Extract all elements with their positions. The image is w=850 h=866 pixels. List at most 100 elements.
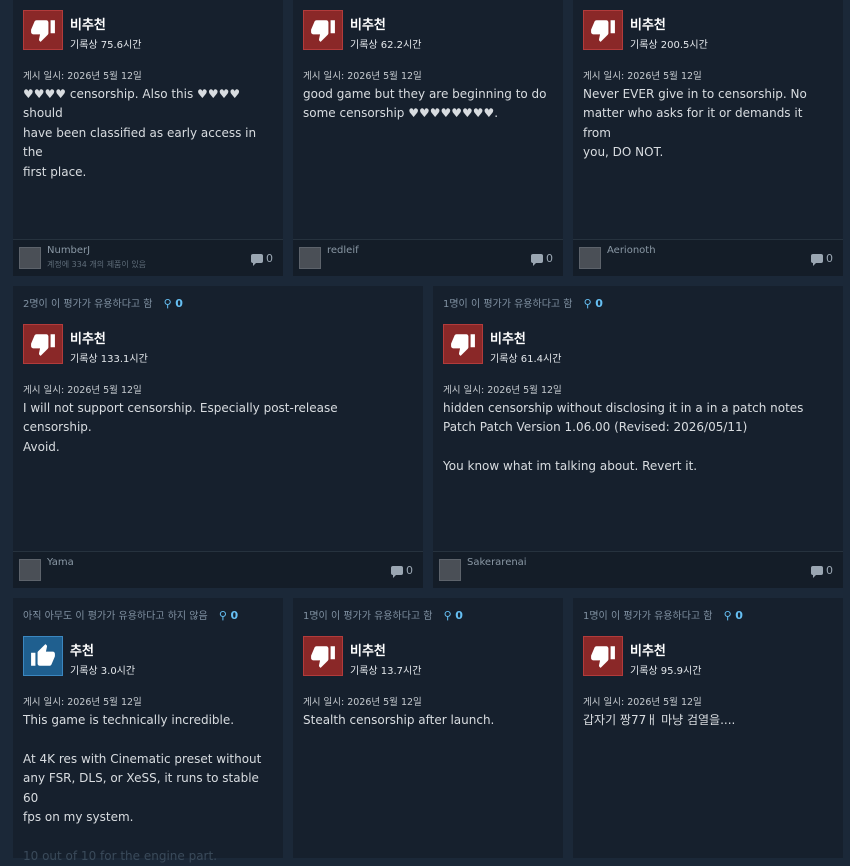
helpful-count-line: 아직 아무도 이 평가가 유용하다고 하지 않음 ⚲ 0 — [23, 607, 238, 622]
review-footer: redleif 0 — [293, 239, 563, 276]
review-line: Patch Patch Version 1.06.00 (Revised: 20… — [443, 420, 748, 435]
avatar[interactable] — [19, 559, 41, 581]
review-line: I will not support censorship. Especiall… — [23, 401, 338, 435]
review-line: good game but they are beginning to do — [303, 87, 547, 101]
helpful-text: 1명이 이 평가가 유용하다고 함 — [443, 299, 573, 310]
username[interactable]: NumberJ — [47, 245, 90, 256]
review-line: Never EVER give in to censorship. No — [583, 87, 807, 101]
playtime-hours: 기록상 62.2시간 — [350, 40, 422, 51]
posted-date: 게시 일시: 2026년 5월 12일 — [23, 697, 142, 708]
posted-date: 게시 일시: 2026년 5월 12일 — [583, 697, 702, 708]
username[interactable]: redleif — [327, 245, 359, 256]
thumbs-down-icon — [23, 324, 63, 364]
username[interactable]: Aerionoth — [607, 245, 656, 256]
review-verdict[interactable]: 비추천 — [70, 14, 106, 33]
award-button[interactable]: ⚲ 0 — [444, 609, 463, 622]
comment-bubble-icon — [811, 254, 823, 266]
review-verdict[interactable]: 비추천 — [350, 14, 386, 33]
playtime-hours: 기록상 95.9시간 — [630, 666, 702, 677]
posted-date: 게시 일시: 2026년 5월 12일 — [443, 385, 562, 396]
award-icon: ⚲ — [443, 609, 452, 622]
award-button[interactable]: ⚲ 0 — [219, 609, 238, 622]
helpful-count-line: 1명이 이 평가가 유용하다고 함 ⚲ 0 — [443, 295, 603, 310]
review-line: At 4K res with Cinematic preset without — [23, 751, 262, 766]
avatar[interactable] — [19, 247, 41, 269]
comment-bubble-icon — [531, 254, 543, 266]
review-body[interactable]: Stealth censorship after launch. — [303, 711, 549, 730]
review-line: Avoid. — [23, 439, 60, 454]
playtime-hours: 기록상 133.1시간 — [70, 354, 148, 365]
comment-count: 0 — [406, 564, 413, 577]
review-line: some censorship ♥♥♥♥♥♥♥♥. — [303, 106, 499, 121]
review-footer: Sakerarenai 0 — [433, 551, 843, 588]
review-line: hidden censorship without disclosing it … — [443, 401, 804, 415]
review-verdict[interactable]: 비추천 — [490, 328, 526, 347]
review-line: 갑자기 짱77ㅐ 마냥 검열을.... — [583, 713, 736, 727]
comment-button[interactable]: 0 — [531, 252, 553, 266]
review-line: have been classified as early access in … — [23, 125, 257, 160]
award-button[interactable]: ⚲ 0 — [164, 297, 183, 310]
review-line: any FSR, DLS, or XeSS, it runs to stable… — [23, 771, 259, 805]
award-count: 0 — [175, 297, 183, 310]
review-body[interactable]: I will not support censorship. Especiall… — [23, 399, 409, 457]
thumbs-down-icon — [443, 324, 483, 364]
helpful-count-line: 2명이 이 평가가 유용하다고 함 ⚲ 0 — [23, 295, 183, 310]
review-footer: Yama 0 — [13, 551, 423, 588]
award-count: 0 — [455, 609, 463, 622]
avatar[interactable] — [439, 559, 461, 581]
comment-button[interactable]: 0 — [391, 564, 413, 578]
playtime-hours: 기록상 200.5시간 — [630, 40, 708, 51]
username[interactable]: Yama — [47, 557, 74, 568]
thumbs-down-icon — [303, 10, 343, 50]
review-line: This game is technically incredible. — [23, 713, 235, 727]
review-line: You know what im talking about. Revert i… — [443, 459, 698, 474]
review-card: 1명이 이 평가가 유용하다고 함 ⚲ 0 비추천 기록상 13.7시간 게시 일시… — [293, 598, 563, 858]
review-body[interactable]: hidden censorship without disclosing it … — [443, 399, 829, 477]
review-footer: Aerionoth 0 — [573, 239, 843, 276]
review-card: 비추천기록상 62.2시간게시 일시: 2026년 5월 12일 good gam… — [293, 0, 563, 276]
helpful-text: 아직 아무도 이 평가가 유용하다고 하지 않음 — [23, 611, 208, 622]
helpful-text: 1명이 이 평가가 유용하다고 함 — [303, 611, 433, 622]
review-verdict[interactable]: 비추천 — [630, 640, 666, 659]
posted-date: 게시 일시: 2026년 5월 12일 — [303, 71, 422, 82]
helpful-text: 1명이 이 평가가 유용하다고 함 — [583, 611, 713, 622]
helpful-count-line: 1명이 이 평가가 유용하다고 함 ⚲ 0 — [303, 607, 463, 622]
award-icon: ⚲ — [583, 297, 592, 310]
review-body[interactable]: This game is technically incredible. At 4… — [23, 711, 269, 866]
award-icon: ⚲ — [723, 609, 732, 622]
comment-bubble-icon — [391, 566, 403, 578]
review-line: fps on my system. — [23, 810, 134, 825]
review-verdict[interactable]: 추천 — [70, 640, 94, 659]
review-body[interactable]: 갑자기 짱77ㅐ 마냥 검열을.... — [583, 711, 829, 730]
playtime-hours: 기록상 61.4시간 — [490, 354, 562, 365]
comment-button[interactable]: 0 — [251, 252, 273, 266]
review-line: matter who asks for it or demands it fro… — [583, 106, 803, 140]
review-verdict[interactable]: 비추천 — [350, 640, 386, 659]
comment-count: 0 — [826, 564, 833, 577]
review-body[interactable]: ♥♥♥♥ censorship. Also this ♥♥♥♥ should ha… — [23, 85, 269, 182]
award-icon: ⚲ — [218, 609, 227, 622]
review-verdict[interactable]: 비추천 — [70, 328, 106, 347]
playtime-hours: 기록상 13.7시간 — [350, 666, 422, 677]
comment-button[interactable]: 0 — [811, 252, 833, 266]
award-button[interactable]: ⚲ 0 — [584, 297, 603, 310]
review-card: 1명이 이 평가가 유용하다고 함 ⚲ 0 비추천기록상 95.9시간게시 일시… — [573, 598, 843, 858]
posted-date: 게시 일시: 2026년 5월 12일 — [583, 71, 702, 82]
review-line: you, DO NOT. — [583, 145, 664, 160]
review-verdict[interactable]: 비추천 — [630, 14, 666, 33]
games-owned: 계정에 334 개의 제품이 있음 — [47, 260, 147, 269]
review-line: first place. — [23, 164, 87, 179]
thumbs-down-icon — [583, 636, 623, 676]
award-button[interactable]: ⚲ 0 — [724, 609, 743, 622]
comment-button[interactable]: 0 — [811, 564, 833, 578]
helpful-text: 2명이 이 평가가 유용하다고 함 — [23, 299, 153, 310]
review-footer: NumberJ 계정에 334 개의 제품이 있음 0 — [13, 239, 283, 276]
avatar[interactable] — [299, 247, 321, 269]
review-body[interactable]: good game but they are beginning to do so… — [303, 85, 549, 124]
review-body[interactable]: Never EVER give in to censorship. No matt… — [583, 85, 829, 163]
review-line: ♥♥♥♥ censorship. Also this ♥♥♥♥ should — [23, 87, 241, 121]
avatar[interactable] — [579, 247, 601, 269]
username[interactable]: Sakerarenai — [467, 557, 527, 568]
review-card: 비추천기록상 200.5시간게시 일시: 2026년 5월 12일 Never E… — [573, 0, 843, 276]
